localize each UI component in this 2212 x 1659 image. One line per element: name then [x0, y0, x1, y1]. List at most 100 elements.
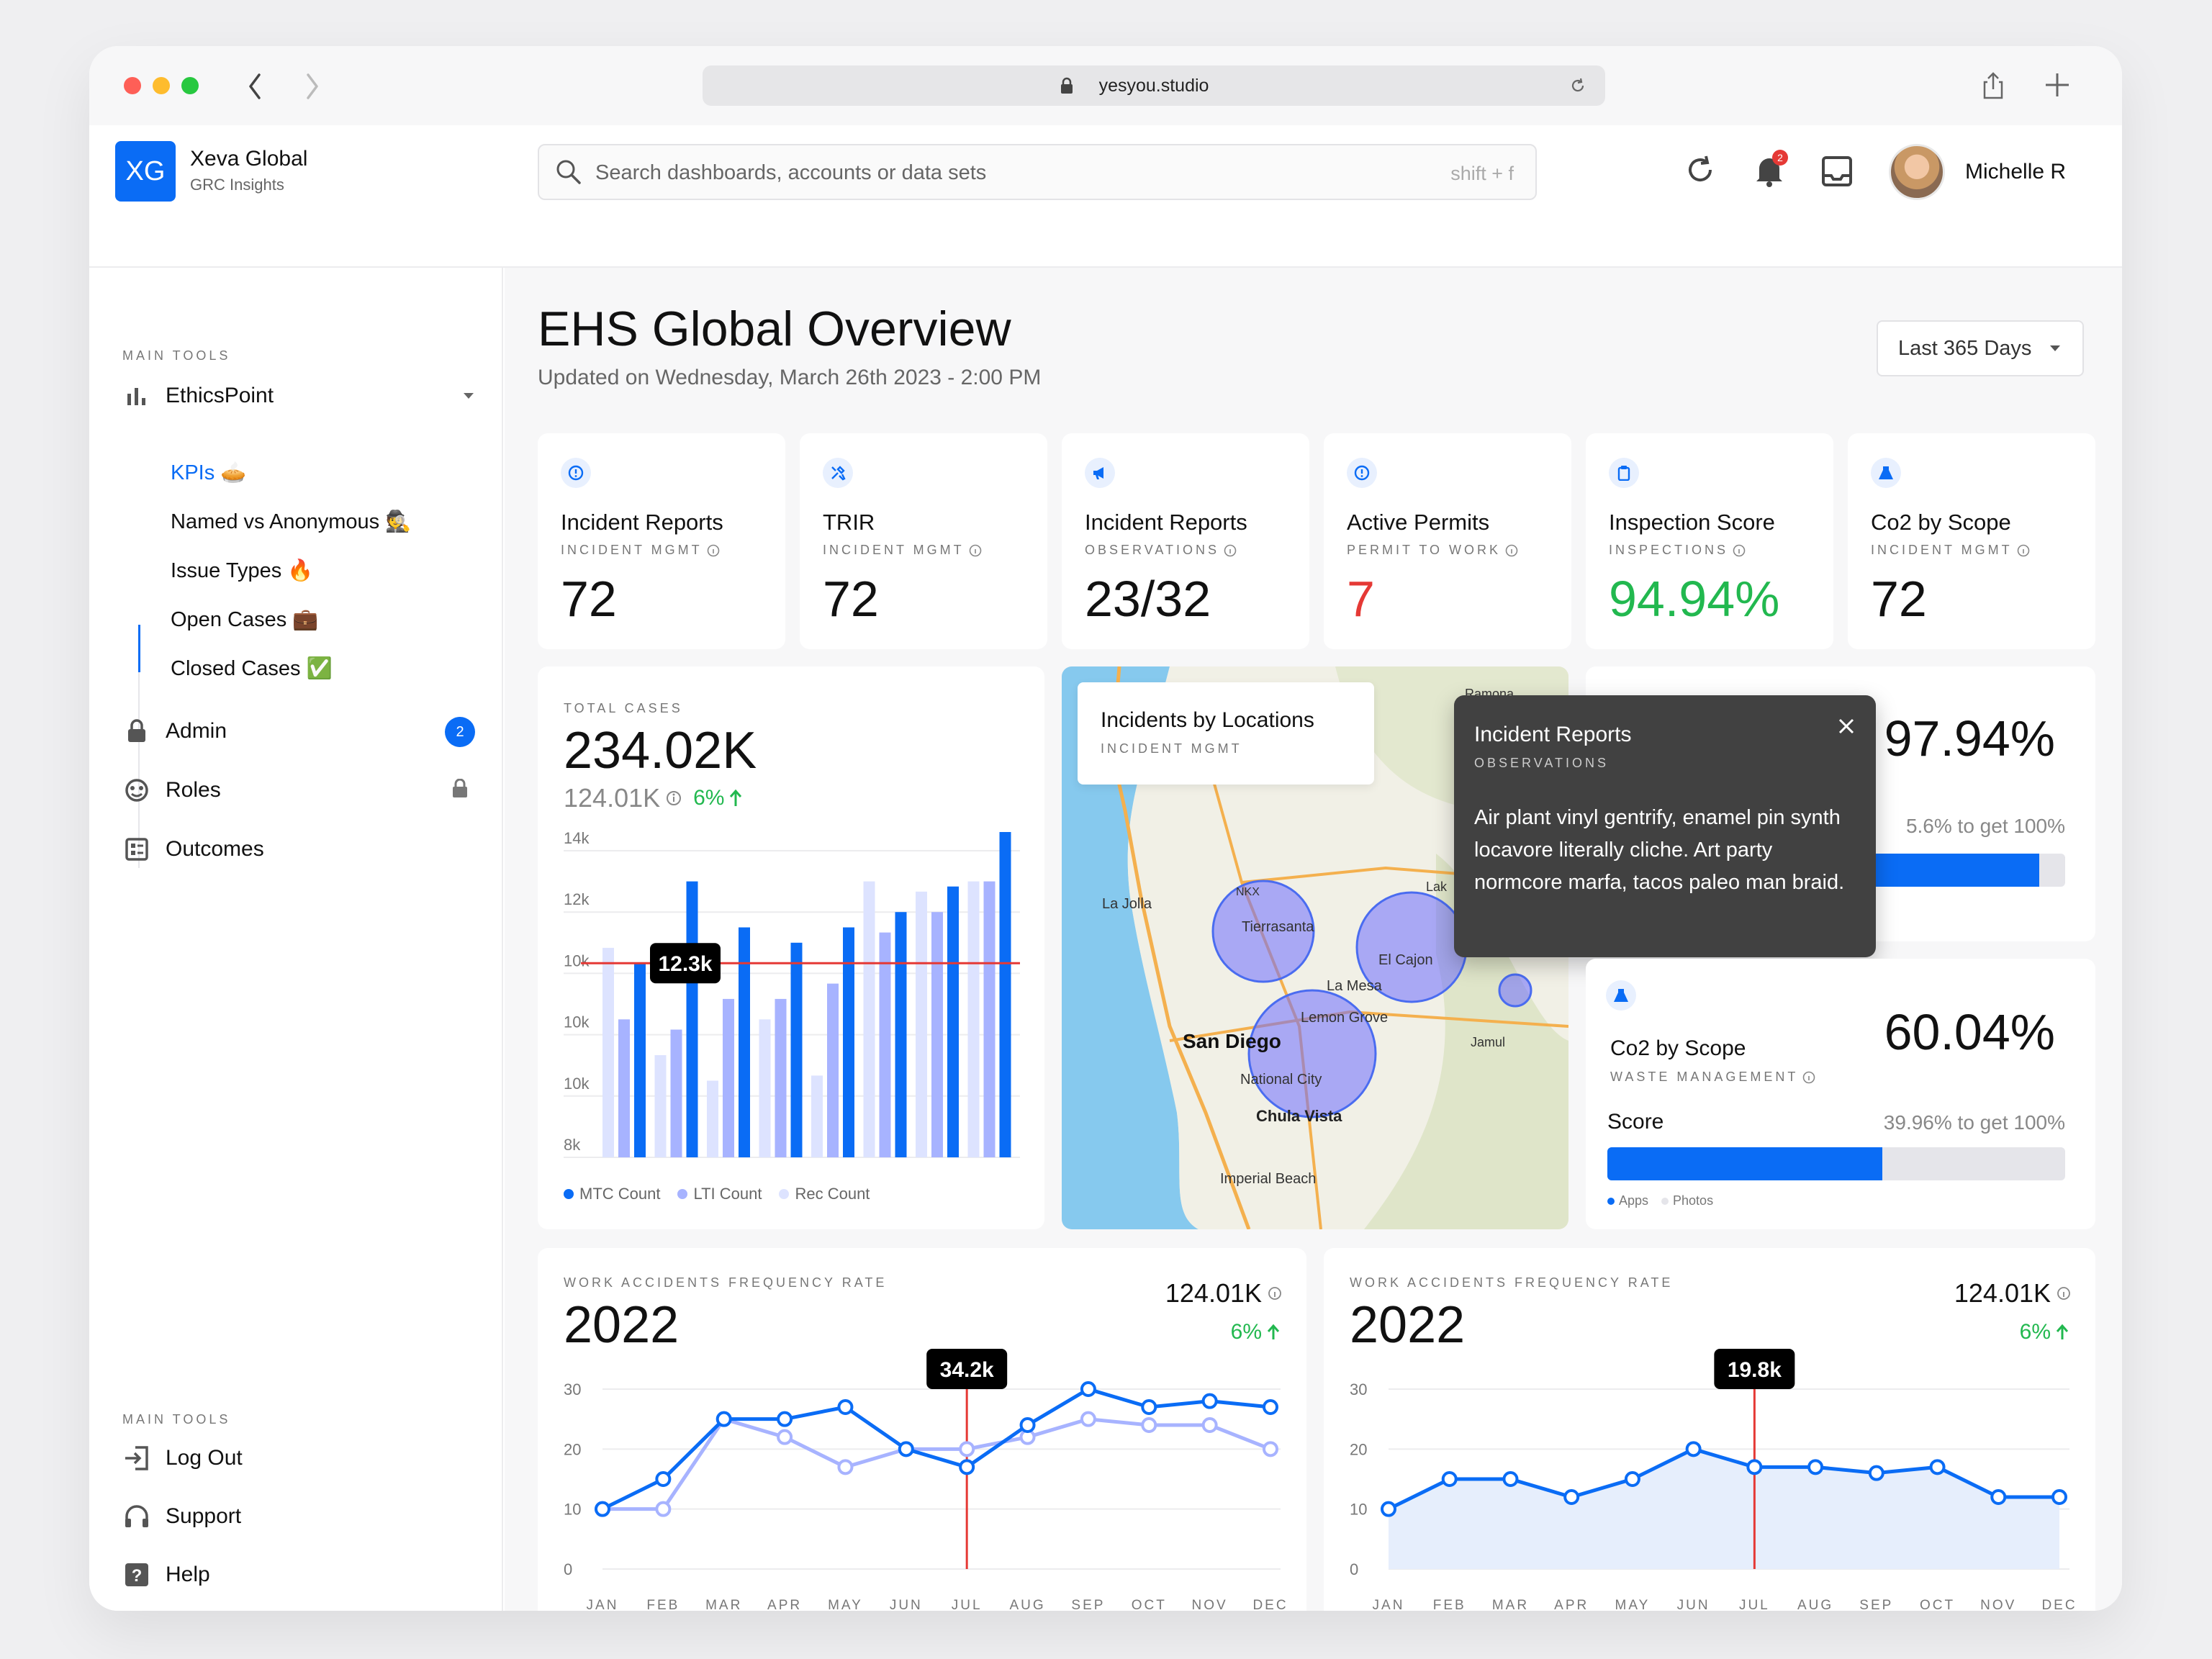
- data-point: [1019, 1417, 1036, 1433]
- bar: [999, 832, 1011, 1157]
- x-tick-label: DEC: [1252, 1598, 1288, 1611]
- flask-icon: [1871, 458, 1901, 488]
- refresh-icon[interactable]: [1684, 154, 1716, 186]
- sidebar-item-ethicspoint[interactable]: EthicsPoint: [122, 381, 475, 410]
- bar: [759, 1019, 771, 1157]
- kpi-subtitle: INCIDENT MGMT: [823, 543, 982, 558]
- work-accidents-line-chart-2: 30 20 10 0 JAN FEB MAR APR MAY JUN JUL AUG SEP OCT NOV…: [1350, 1349, 2075, 1611]
- sidebar-subitem-closed-cases[interactable]: Closed Cases ✅: [171, 656, 333, 681]
- bar: [634, 963, 646, 1157]
- kpi-card[interactable]: Active Permits PERMIT TO WORK 7: [1324, 433, 1571, 649]
- bar-tooltip-label: 12.3k: [658, 952, 712, 976]
- progress-2-legend: Apps Photos: [1607, 1193, 1713, 1208]
- reload-icon[interactable]: [1569, 77, 1586, 94]
- new-tab-icon[interactable]: [2044, 72, 2070, 98]
- bar: [863, 881, 875, 1157]
- progress-2-hint: 39.96% to get 100%: [1883, 1111, 2065, 1134]
- info-icon[interactable]: [1733, 544, 1746, 557]
- line-2-stat: 124.01K: [1954, 1278, 2071, 1308]
- progress-2-value: 60.04%: [1884, 1004, 2055, 1060]
- kpi-subtitle-text: INCIDENT MGMT: [561, 543, 703, 557]
- kpi-card[interactable]: Co2 by Scope INCIDENT MGMT 72: [1848, 433, 2095, 649]
- x-tick-label: FEB: [1433, 1598, 1466, 1611]
- total-cases-change: 6%: [693, 786, 725, 810]
- sidebar-subitem-open-cases[interactable]: Open Cases 💼: [171, 607, 318, 632]
- avatar[interactable]: [1889, 144, 1945, 200]
- sidebar-section-title: MAIN TOOLS: [122, 348, 231, 363]
- share-icon[interactable]: [1981, 72, 2005, 101]
- sidebar-item-support[interactable]: Support: [122, 1502, 241, 1531]
- kpi-subtitle: PERMIT TO WORK: [1347, 543, 1518, 558]
- map-label: Chula Vista: [1256, 1107, 1342, 1125]
- info-icon[interactable]: [707, 544, 720, 557]
- kpi-title: TRIR: [823, 510, 875, 535]
- close-window-dot[interactable]: [124, 77, 141, 94]
- y-tick-label: 0: [1350, 1560, 1358, 1578]
- inbox-icon[interactable]: [1821, 155, 1853, 187]
- user-name[interactable]: Michelle R: [1965, 160, 2066, 184]
- sidebar-item-outcomes[interactable]: Outcomes: [122, 835, 475, 864]
- sidebar: MAIN TOOLS EthicsPoint KPIs 🥧 Named vs A…: [89, 268, 503, 1611]
- info-icon[interactable]: [1802, 1071, 1815, 1084]
- kpi-card[interactable]: Inspection Score INSPECTIONS 94.94%: [1586, 433, 1833, 649]
- notification-count-badge: 2: [1772, 150, 1788, 166]
- kpi-subtitle-text: INSPECTIONS: [1609, 543, 1729, 557]
- info-icon[interactable]: [2017, 544, 2030, 557]
- kpi-card[interactable]: TRIR INCIDENT MGMT 72: [800, 433, 1047, 649]
- sidebar-item-help[interactable]: ? Help: [122, 1560, 210, 1589]
- x-tick-label: MAR: [1492, 1598, 1529, 1611]
- sidebar-item-roles[interactable]: Roles: [122, 776, 475, 805]
- data-point: [837, 1399, 854, 1415]
- info-icon[interactable]: [1224, 544, 1237, 557]
- page-title: EHS Global Overview: [538, 302, 1011, 356]
- url-bar[interactable]: yesyou.studio: [703, 65, 1605, 106]
- info-icon[interactable]: [666, 790, 682, 806]
- sidebar-subitem-named-vs-anonymous[interactable]: Named vs Anonymous 🕵️: [171, 510, 411, 534]
- map-label: La Jolla: [1102, 896, 1152, 912]
- minimize-window-dot[interactable]: [153, 77, 170, 94]
- bar: [775, 998, 787, 1157]
- work-accidents-card-2: WORK ACCIDENTS FREQUENCY RATE 2022 124.0…: [1324, 1248, 2095, 1611]
- incident-cluster[interactable]: [1498, 973, 1532, 1008]
- kpi-card[interactable]: Incident Reports INCIDENT MGMT 72: [538, 433, 785, 649]
- back-icon[interactable]: [246, 72, 263, 101]
- y-tick-label: 10: [564, 1501, 581, 1519]
- date-range-select[interactable]: Last 365 Days: [1877, 320, 2084, 376]
- progress-2-title: Co2 by Scope: [1610, 1036, 1746, 1060]
- line-tooltip-label: 34.2k: [940, 1358, 994, 1382]
- progress-2-subtitle: WASTE MANAGEMENT: [1610, 1070, 1815, 1085]
- kpi-value: 72: [823, 571, 879, 627]
- map-label: El Cajon: [1378, 952, 1433, 968]
- progress-1-hint: 5.6% to get 100%: [1905, 815, 2065, 837]
- sidebar-subitem-issue-types[interactable]: Issue Types 🔥: [171, 559, 313, 583]
- info-icon[interactable]: [1505, 544, 1518, 557]
- lock-icon: [1061, 77, 1073, 94]
- x-tick-label: AUG: [1797, 1598, 1833, 1611]
- date-range-value: Last 365 Days: [1898, 337, 2032, 360]
- sidebar-item-admin[interactable]: Admin 2: [122, 717, 475, 747]
- kpi-card[interactable]: Incident Reports OBSERVATIONS 23/32: [1062, 433, 1309, 649]
- megaphone-icon: [1085, 458, 1115, 488]
- sidebar-subitem-kpis[interactable]: KPIs 🥧: [171, 461, 246, 485]
- search-input[interactable]: Search dashboards, accounts or data sets…: [538, 144, 1537, 200]
- line-1-stat-value: 124.01K: [1165, 1278, 1262, 1308]
- bar: [827, 983, 839, 1157]
- map-title-box: Incidents by Locations INCIDENT MGMT: [1078, 682, 1374, 785]
- total-cases-sub: 124.01K 6%: [564, 783, 743, 813]
- sidebar-item-logout[interactable]: Log Out: [122, 1444, 243, 1473]
- maximize-window-dot[interactable]: [181, 77, 199, 94]
- chevron-down-icon: [464, 393, 474, 399]
- forward-icon[interactable]: [304, 72, 321, 101]
- svg-text:?: ?: [132, 1566, 143, 1586]
- legend-item: LTI Count: [677, 1185, 762, 1203]
- info-icon[interactable]: [969, 544, 982, 557]
- info-icon[interactable]: [2057, 1286, 2071, 1301]
- info-icon[interactable]: [1268, 1286, 1282, 1301]
- notifications-button[interactable]: 2: [1753, 150, 1788, 189]
- brand-logo[interactable]: XG: [115, 141, 176, 202]
- data-point: [1502, 1471, 1519, 1487]
- browser-titlebar: yesyou.studio: [89, 46, 2122, 125]
- y-tick-label: 14k: [564, 832, 590, 847]
- data-point: [655, 1501, 672, 1517]
- close-icon[interactable]: [1837, 717, 1856, 736]
